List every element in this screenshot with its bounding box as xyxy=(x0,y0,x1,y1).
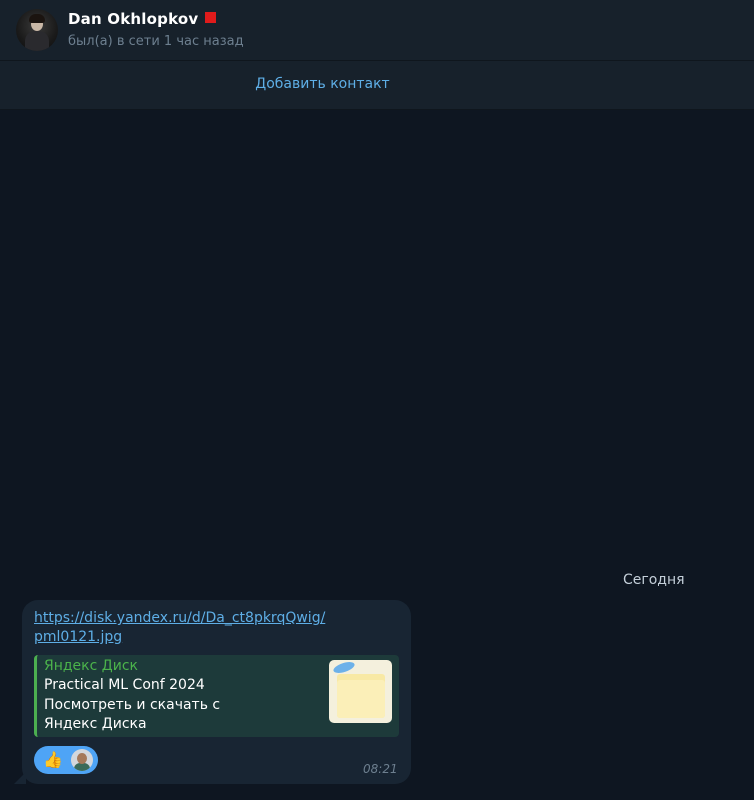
link-line-1[interactable]: https://disk.yandex.ru/d/Da_ct8pkrqQwig/ xyxy=(34,610,325,626)
preview-thumbnail[interactable] xyxy=(329,660,392,723)
add-contact-button[interactable]: Добавить контакт xyxy=(0,76,645,92)
preview-site-name: Яндекс Диск xyxy=(44,658,138,674)
chat-header: Dan Okhlopkov был(а) в сети 1 час назад xyxy=(0,0,754,61)
reaction-chip[interactable]: 👍 xyxy=(34,746,98,774)
message-time: 08:21 xyxy=(363,762,398,776)
bubble-tail xyxy=(14,772,26,784)
contact-avatar[interactable] xyxy=(16,9,58,51)
yandex-disk-saucer-icon xyxy=(332,660,356,676)
add-contact-bar: Добавить контакт xyxy=(0,61,754,110)
date-separator: Сегодня xyxy=(623,572,685,588)
chat-area: Сегодня https://disk.yandex.ru/d/Da_ct8p… xyxy=(0,110,754,800)
reactor-avatar xyxy=(71,749,93,771)
preview-description: Посмотреть и скачать с Яндекс Диска xyxy=(44,697,221,732)
preview-title: Practical ML Conf 2024 xyxy=(44,677,205,693)
message-bubble[interactable]: https://disk.yandex.ru/d/Da_ct8pkrqQwig/… xyxy=(22,600,411,784)
link-line-2[interactable]: pml0121.jpg xyxy=(34,629,122,645)
contact-name-row[interactable]: Dan Okhlopkov xyxy=(68,10,217,28)
thumbs-up-icon: 👍 xyxy=(43,750,63,769)
red-flag-icon xyxy=(205,12,217,23)
last-seen-status: был(а) в сети 1 час назад xyxy=(68,34,244,49)
link-preview[interactable]: Яндекс Диск Practical ML Conf 2024 Посмо… xyxy=(34,655,399,737)
contact-name[interactable]: Dan Okhlopkov xyxy=(68,10,198,28)
message-link[interactable]: https://disk.yandex.ru/d/Da_ct8pkrqQwig/… xyxy=(34,609,364,647)
